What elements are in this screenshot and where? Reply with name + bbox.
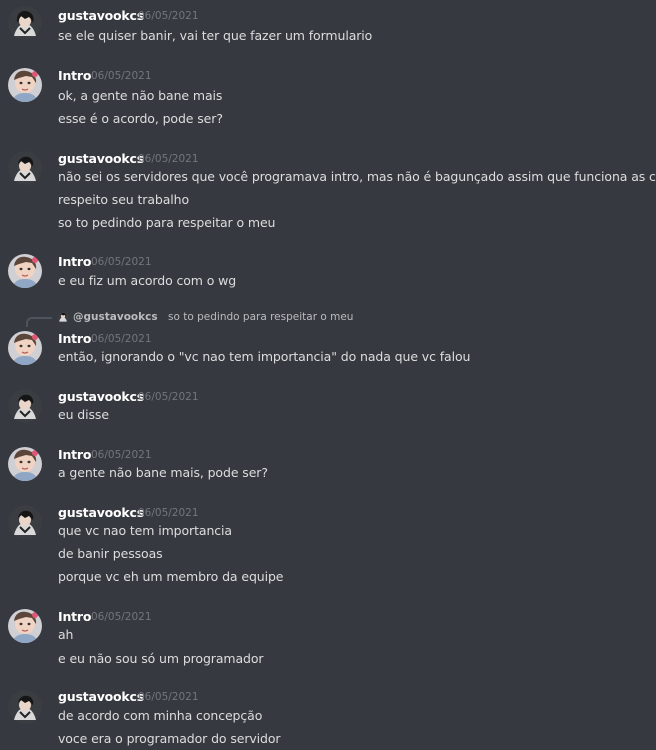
avatar-gustavookcs[interactable] xyxy=(8,505,42,539)
message-text: esse é o acordo, pode ser? xyxy=(58,111,223,126)
avatar-gustavookcs[interactable] xyxy=(8,389,42,423)
message-author[interactable]: gustavookcs xyxy=(58,689,144,704)
message-timestamp: 06/05/2021 xyxy=(138,10,199,22)
message-text: se ele quiser banir, vai ter que fazer u… xyxy=(58,28,373,43)
message-author[interactable]: gustavookcs xyxy=(58,505,144,520)
message-timestamp: 06/05/2021 xyxy=(91,611,152,623)
message-text: então, ignorando o "vc nao tem importanc… xyxy=(58,349,471,364)
reply-spine xyxy=(26,317,52,327)
message-timestamp: 06/05/2021 xyxy=(91,70,152,82)
message-author[interactable]: gustavookcs xyxy=(58,151,144,166)
message-text: de acordo com minha concepção xyxy=(58,708,263,723)
avatar-gustavookcs[interactable] xyxy=(8,151,42,185)
reply-avatar xyxy=(57,311,69,323)
message-text: voce era o programador do servidor xyxy=(58,731,281,746)
message-text: a gente não bane mais, pode ser? xyxy=(58,465,268,480)
message-text: ah xyxy=(58,627,74,642)
message-text: não sei os servidores que você programav… xyxy=(58,169,656,184)
message-text: porque vc eh um membro da equipe xyxy=(58,569,284,584)
message-timestamp: 06/05/2021 xyxy=(138,691,199,703)
avatar-intro[interactable] xyxy=(8,447,42,481)
message-author[interactable]: Intro xyxy=(58,447,91,462)
avatar-gustavookcs[interactable] xyxy=(8,6,42,40)
message-timestamp: 06/05/2021 xyxy=(138,507,199,519)
message-timestamp: 06/05/2021 xyxy=(138,391,199,403)
message-text: so to pedindo para respeitar o meu xyxy=(58,215,276,230)
message-text: de banir pessoas xyxy=(58,546,163,561)
message-author[interactable]: Intro xyxy=(58,68,91,83)
message-author[interactable]: Intro xyxy=(58,331,91,346)
avatar-intro[interactable] xyxy=(8,331,42,365)
message-author[interactable]: gustavookcs xyxy=(58,389,144,404)
avatar-intro[interactable] xyxy=(8,609,42,643)
message-author[interactable]: gustavookcs xyxy=(58,8,144,23)
message-text: eu disse xyxy=(58,407,109,422)
message-timestamp: 06/05/2021 xyxy=(138,153,199,165)
avatar-intro[interactable] xyxy=(8,68,42,102)
message-author[interactable]: Intro xyxy=(58,254,91,269)
avatar-intro[interactable] xyxy=(8,254,42,288)
message-author[interactable]: Intro xyxy=(58,609,91,624)
message-text: e eu não sou só um programador xyxy=(58,651,264,666)
message-timestamp: 06/05/2021 xyxy=(91,449,152,461)
reply-reference[interactable]: @gustavookcs so to pedindo para respeita… xyxy=(0,310,656,327)
message-text: que vc nao tem importancia xyxy=(58,523,232,538)
avatar-gustavookcs[interactable] xyxy=(8,690,42,724)
reply-preview-text[interactable]: so to pedindo para respeitar o meu xyxy=(168,311,353,323)
reply-mention[interactable]: @gustavookcs xyxy=(73,311,158,323)
message-text: ok, a gente não bane mais xyxy=(58,88,223,103)
message-text: respeito seu trabalho xyxy=(58,192,190,207)
message-timestamp: 06/05/2021 xyxy=(91,333,152,345)
message-timestamp: 06/05/2021 xyxy=(91,256,152,268)
message-text: e eu fiz um acordo com o wg xyxy=(58,273,237,288)
